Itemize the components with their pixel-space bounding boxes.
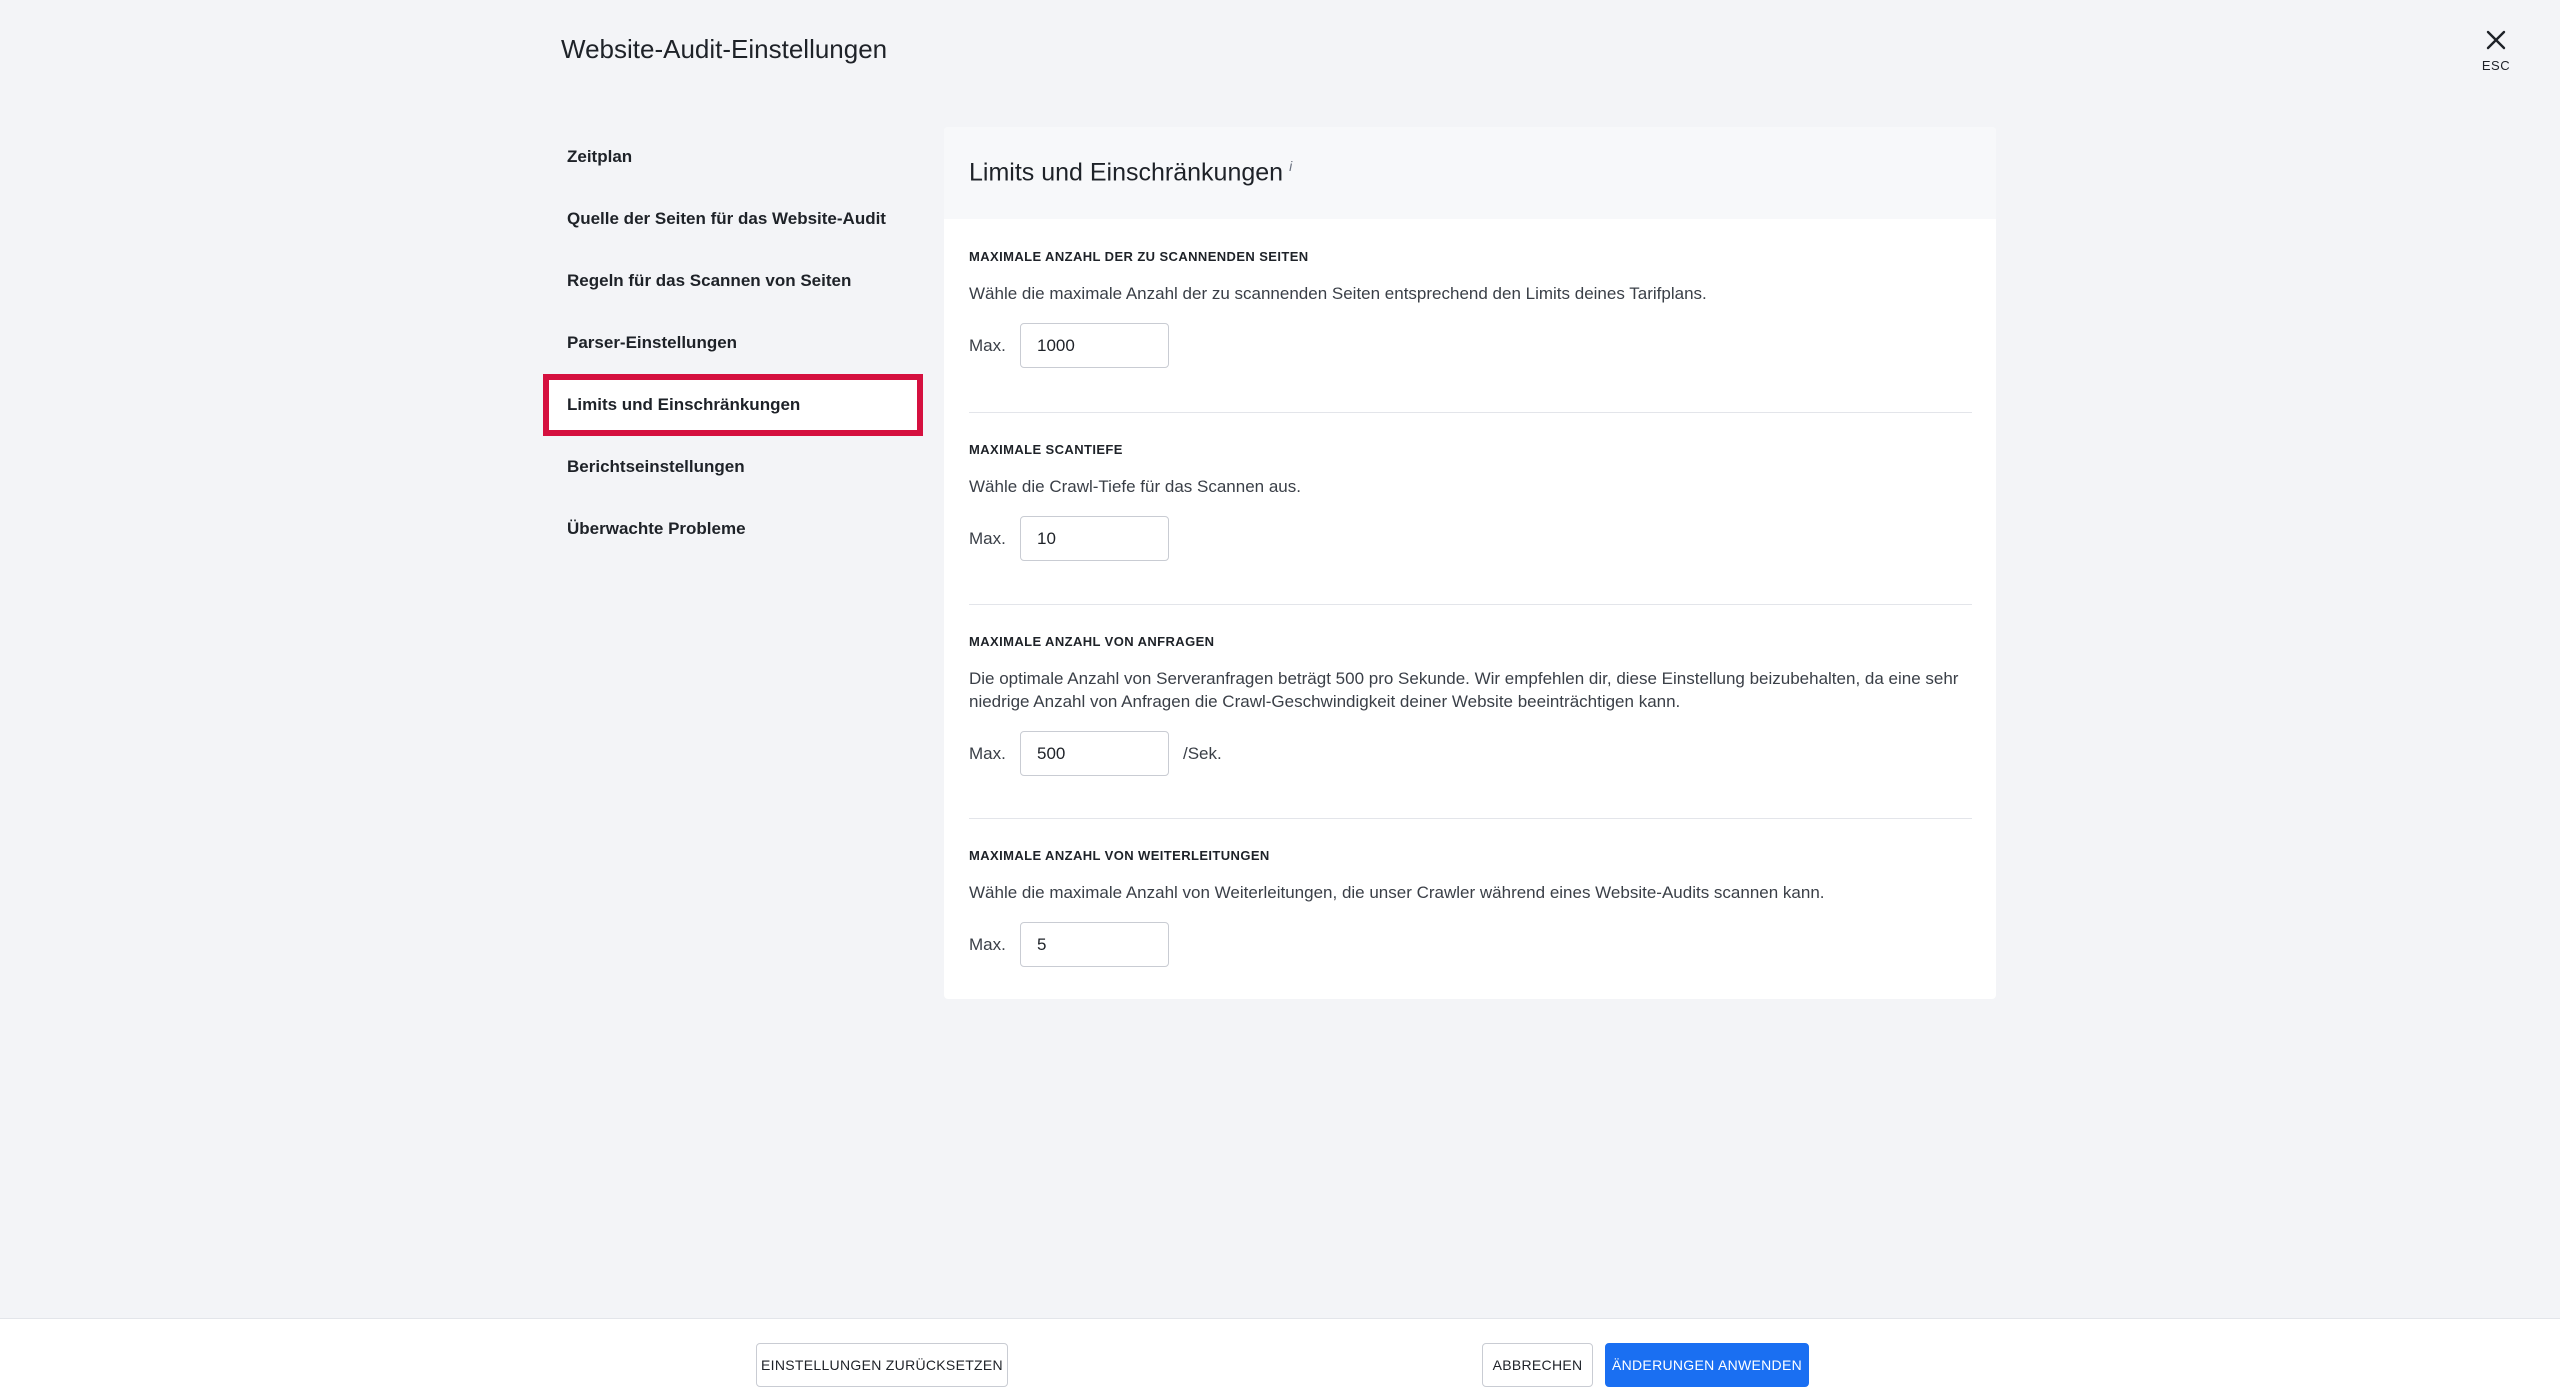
sidebar-item-label: Berichtseinstellungen xyxy=(567,457,745,476)
max-label: Max. xyxy=(969,934,1006,954)
sidebar-item-limits[interactable]: Limits und Einschränkungen xyxy=(543,374,923,436)
section-description: Wähle die Crawl-Tiefe für das Scannen au… xyxy=(969,477,1301,496)
max-pages-section: MAXIMALE ANZAHL DER ZU SCANNENDEN SEITEN… xyxy=(969,249,1972,368)
close-button[interactable]: ESC xyxy=(2470,28,2522,84)
sidebar-item-label: Zeitplan xyxy=(567,147,633,166)
divider xyxy=(969,604,1972,605)
max-pages-input[interactable] xyxy=(1020,323,1169,368)
sidebar-item-zeitplan[interactable]: Zeitplan xyxy=(543,126,923,188)
section-description: Wähle die maximale Anzahl von Weiterleit… xyxy=(969,883,1825,902)
max-redirects-input[interactable] xyxy=(1020,922,1169,967)
max-label: Max. xyxy=(969,335,1006,355)
footer-bar: EINSTELLUNGEN ZURÜCKSETZEN ABBRECHEN ÄND… xyxy=(0,1318,2560,1400)
sidebar-item-label: Regeln für das Scannen von Seiten xyxy=(567,271,852,290)
max-label: Max. xyxy=(969,528,1006,548)
sidebar-item-monitored-issues[interactable]: Überwachte Probleme xyxy=(543,498,923,560)
sidebar-item-label: Überwachte Probleme xyxy=(567,519,746,538)
page-title: Website-Audit-Einstellungen xyxy=(561,34,888,64)
max-requests-input[interactable] xyxy=(1020,731,1169,776)
sidebar-item-parser-settings[interactable]: Parser-Einstellungen xyxy=(543,312,923,374)
max-redirects-section: MAXIMALE ANZAHL VON WEITERLEITUNGEN Wähl… xyxy=(969,848,1972,967)
divider xyxy=(969,818,1972,819)
max-depth-section: MAXIMALE SCANTIEFE Wähle die Crawl-Tiefe… xyxy=(969,442,1972,561)
divider xyxy=(969,412,1972,413)
section-label: MAXIMALE SCANTIEFE xyxy=(969,442,1123,457)
section-description: Wähle die maximale Anzahl der zu scannen… xyxy=(969,284,1707,303)
unit-label: /Sek. xyxy=(1183,743,1222,763)
sidebar-item-page-source[interactable]: Quelle der Seiten für das Website-Audit xyxy=(543,188,923,250)
max-label: Max. xyxy=(969,743,1006,763)
sidebar-item-label: Limits und Einschränkungen xyxy=(567,395,801,414)
section-description: Die optimale Anzahl von Serveranfragen b… xyxy=(969,669,1959,711)
panel-header: Limits und Einschränkungen i xyxy=(944,127,1996,219)
sidebar-item-label: Parser-Einstellungen xyxy=(567,333,738,352)
info-icon[interactable]: i xyxy=(1289,158,1292,174)
sidebar-item-report-settings[interactable]: Berichtseinstellungen xyxy=(543,436,923,498)
panel-title: Limits und Einschränkungen i xyxy=(969,158,1292,187)
section-label: MAXIMALE ANZAHL VON ANFRAGEN xyxy=(969,634,1215,649)
max-requests-section: MAXIMALE ANZAHL VON ANFRAGEN Die optimal… xyxy=(969,634,1972,776)
sidebar-item-scan-rules[interactable]: Regeln für das Scannen von Seiten xyxy=(543,250,923,312)
sidebar-item-label: Quelle der Seiten für das Website-Audit xyxy=(567,209,886,228)
limits-panel: Limits und Einschränkungen i MAXIMALE ANZ… xyxy=(944,127,1996,999)
esc-label: ESC xyxy=(2481,58,2511,73)
reset-settings-button[interactable]: EINSTELLUNGEN ZURÜCKSETZEN xyxy=(756,1343,1008,1387)
section-label: MAXIMALE ANZAHL VON WEITERLEITUNGEN xyxy=(969,848,1270,863)
close-icon xyxy=(2486,30,2506,50)
settings-sidebar: Zeitplan Quelle der Seiten für das Websi… xyxy=(543,126,923,560)
panel-title-text: Limits und Einschränkungen xyxy=(969,158,1284,187)
max-depth-input[interactable] xyxy=(1020,516,1169,561)
section-label: MAXIMALE ANZAHL DER ZU SCANNENDEN SEITEN xyxy=(969,249,1309,264)
apply-changes-button[interactable]: ÄNDERUNGEN ANWENDEN xyxy=(1605,1343,1809,1387)
cancel-button[interactable]: ABBRECHEN xyxy=(1482,1343,1593,1387)
